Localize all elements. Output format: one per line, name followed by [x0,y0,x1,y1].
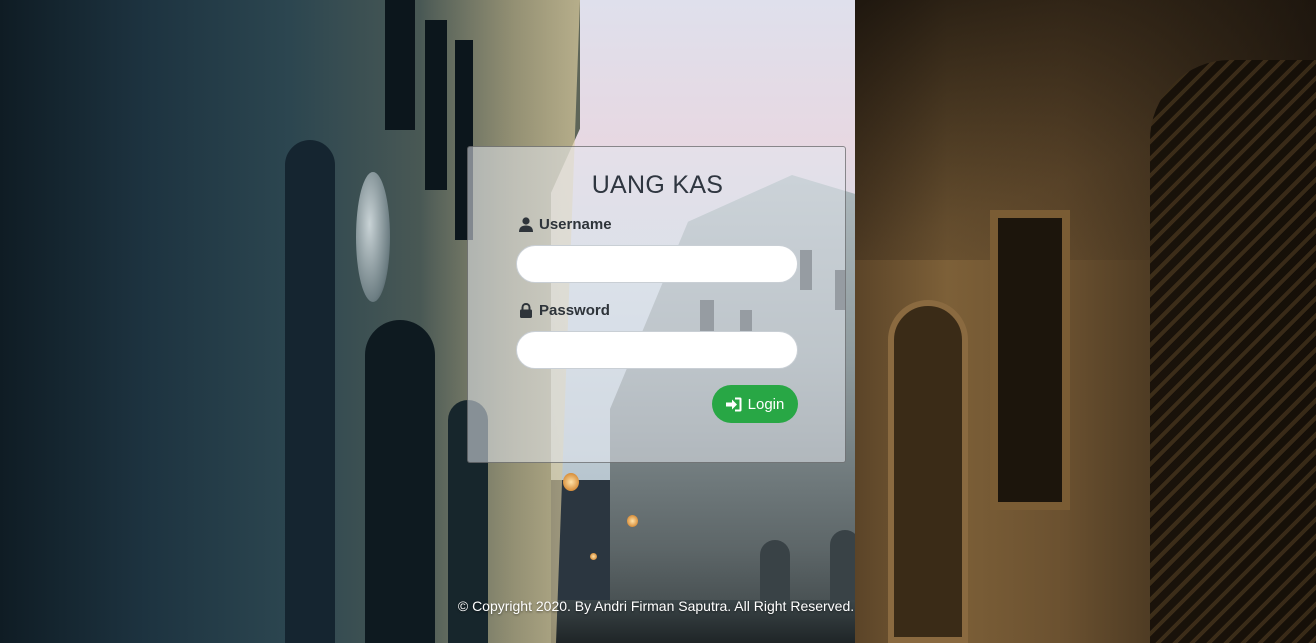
username-label: Username [519,216,612,233]
username-input[interactable] [516,245,798,283]
user-icon [519,217,533,232]
login-title: UANG KAS [591,171,724,199]
username-label-text: Username [539,216,612,233]
password-label-text: Password [539,302,610,319]
sign-in-icon [725,397,742,411]
password-input[interactable] [516,331,798,369]
lock-icon [520,303,532,318]
login-button[interactable]: Login [712,385,798,423]
login-card: UANG KAS Username Password Login [467,146,846,463]
password-label: Password [519,302,610,319]
login-button-label: Login [747,395,785,413]
footer-copyright: © Copyright 2020. By Andri Firman Saputr… [457,598,855,614]
